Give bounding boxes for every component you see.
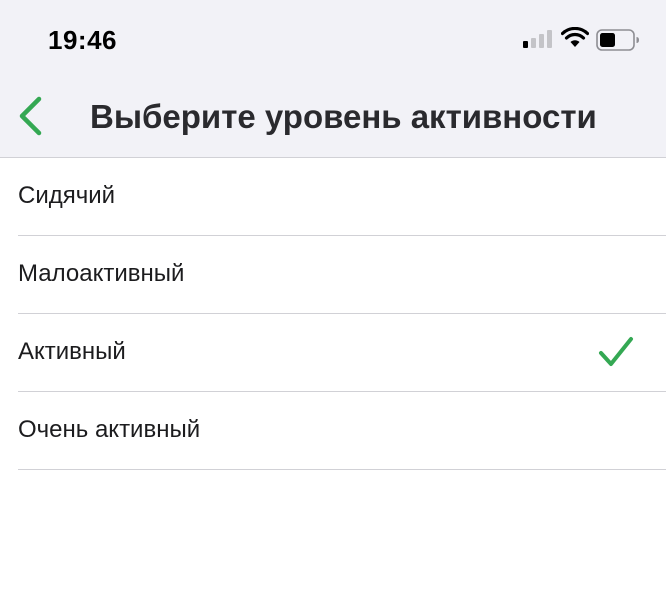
list-item-label: Сидячий <box>18 182 116 209</box>
checkmark-icon <box>598 336 634 373</box>
back-button[interactable] <box>6 90 54 146</box>
list-item-label: Активный <box>18 338 126 365</box>
header: 19:46 Выберите уровень активности <box>0 0 666 158</box>
list-item-active[interactable]: Активный <box>18 314 666 392</box>
battery-icon <box>596 29 640 56</box>
list-item-lightly-active[interactable]: Малоактивный <box>18 236 666 314</box>
activity-level-list: Сидячий Малоактивный Активный Очень акти… <box>0 158 666 470</box>
list-item-very-active[interactable]: Очень активный <box>18 392 666 470</box>
list-item-label: Малоактивный <box>18 260 185 287</box>
wifi-icon <box>560 26 590 54</box>
cellular-signal-icon <box>523 29 553 54</box>
list-item-sedentary[interactable]: Сидячий <box>18 158 666 236</box>
status-bar: 19:46 <box>0 0 666 80</box>
navigation-bar: Выберите уровень активности <box>0 80 666 158</box>
chevron-left-icon <box>17 96 43 141</box>
page-title: Выберите уровень активности <box>90 98 597 135</box>
status-time: 19:46 <box>48 25 117 55</box>
list-item-label: Очень активный <box>18 416 201 443</box>
